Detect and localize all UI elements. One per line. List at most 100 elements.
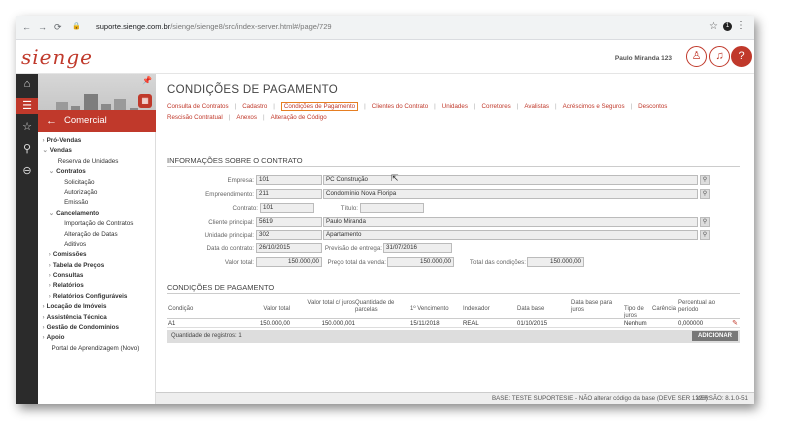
home-icon[interactable]: ⌂ [16, 78, 38, 92]
tab-item[interactable]: Alteração de Código [271, 114, 327, 121]
sidebar-item[interactable]: › Relatórios [38, 281, 156, 291]
reload-icon[interactable]: ⟳ [54, 22, 62, 32]
sidebar-item-label: Solicitação [64, 178, 95, 186]
grid-footer: Quantidade de registros: 1 ADICIONAR [167, 330, 740, 343]
user-profile-icon[interactable]: ♙ [686, 46, 707, 67]
column-header[interactable]: Data base para juros [571, 300, 616, 314]
sidebar-item[interactable]: Aditivos [38, 240, 156, 250]
sidebar-item[interactable]: ⌄ Cancelamento [38, 209, 156, 219]
tab-item[interactable]: Clientes do Contrato [372, 103, 428, 110]
tab-item[interactable]: Cadastro [242, 103, 267, 110]
data-contrato-field[interactable]: 26/10/2015 [256, 243, 322, 253]
cliente-search-icon[interactable]: ⚲ [700, 217, 710, 227]
module-title[interactable]: ← Comercial [38, 110, 156, 132]
column-header[interactable]: Data base [517, 306, 557, 313]
sidebar-item[interactable]: › Assistência Técnica [38, 313, 156, 323]
back-icon[interactable]: ← [22, 22, 31, 32]
extension-icon[interactable]: 1 [723, 22, 732, 31]
tab-item[interactable]: Rescisão Contratual [167, 114, 223, 121]
tab-item[interactable]: Unidades [442, 103, 468, 110]
sienge-logo[interactable]: sienge [21, 45, 93, 69]
tab-item[interactable]: Corretores [482, 103, 511, 110]
tab-item[interactable]: Descontos [638, 103, 667, 110]
sidebar-item[interactable]: Portal de Aprendizagem (Novo) [38, 344, 156, 354]
tab-item[interactable]: Consulta de Contratos [167, 103, 229, 110]
sidebar-item[interactable]: › Tabela de Preços [38, 261, 156, 271]
chevron-down-icon: ⌄ [48, 168, 55, 176]
previsao-field[interactable]: 31/07/2016 [383, 243, 452, 253]
tab-item[interactable]: Condições de Pagamento [280, 102, 359, 111]
contrato-field[interactable]: 101 [260, 203, 314, 213]
column-header[interactable]: Carência [652, 306, 676, 313]
sidebar-item[interactable]: › Consultas [38, 271, 156, 281]
tab-item[interactable]: Avalistas [524, 103, 549, 110]
table-cell: 150.000,00 [259, 321, 290, 327]
arrow-left-icon[interactable]: ← [46, 110, 57, 132]
sidebar-item-label: Cancelamento [56, 209, 100, 217]
sidebar-item[interactable]: ⌄ Vendas [38, 146, 156, 156]
sidebar-item[interactable]: Alteração de Datas [38, 230, 156, 240]
sidebar-item[interactable]: › Gestão de Condomínios [38, 323, 156, 333]
address-bar[interactable]: suporte.sienge.com.br/sienge/sienge8/src… [96, 22, 332, 31]
search-icon[interactable]: ⚲ [16, 142, 38, 156]
sidebar-item-label: Relatórios Configuráveis [52, 292, 128, 300]
add-button[interactable]: ADICIONAR [692, 331, 738, 341]
empreendimento-search-icon[interactable]: ⚲ [700, 189, 710, 199]
column-header[interactable]: Quantidade de parcelas [355, 300, 395, 314]
sidebar-item[interactable]: › Relatórios Configuráveis [38, 292, 156, 302]
column-header[interactable]: Percentual ao período [678, 300, 728, 314]
empreendimento-code-field[interactable]: 211 [256, 189, 322, 199]
sidebar-item[interactable]: Solicitação [38, 178, 156, 188]
section-divider [167, 293, 740, 294]
bookmark-star-icon[interactable]: ☆ [709, 21, 718, 32]
sidebar-item[interactable]: › Comissões [38, 250, 156, 260]
tab-item[interactable]: Anexos [236, 114, 257, 121]
help-icon[interactable]: ? [731, 46, 752, 67]
tab-item[interactable]: Acréscimos e Seguros [563, 103, 625, 110]
total-condicoes-label: Total das condições: [469, 259, 526, 266]
table-cell: Nenhum [624, 321, 647, 327]
unidade-code-field[interactable]: 302 [256, 230, 322, 240]
table-cell: REAL [463, 321, 479, 327]
sidebar-item[interactable]: ⌄ Contratos [38, 167, 156, 177]
edit-pencil-icon[interactable]: ✎ [732, 319, 738, 327]
pin-icon[interactable]: 📌 [142, 76, 152, 85]
empresa-code-field[interactable]: 101 [256, 175, 322, 185]
preco-field: 150.000,00 [387, 257, 454, 267]
sidebar-item[interactable]: Reserva de Unidades [38, 157, 156, 167]
browser-menu-icon[interactable]: ⋮ [736, 20, 746, 31]
sidebar-item[interactable]: › Apoio [38, 333, 156, 343]
preco-label: Preço total da venda: [327, 259, 386, 266]
column-header[interactable]: Valor total [250, 306, 290, 313]
minus-circle-icon[interactable]: ⊖ [16, 164, 38, 178]
table-cell: 15/11/2018 [410, 321, 440, 327]
chevron-right-icon: › [48, 251, 51, 259]
forward-icon[interactable]: → [38, 22, 47, 32]
app-header: sienge Paulo Miranda 123 ♙ ♫ ? [16, 41, 754, 74]
notification-bell-icon[interactable]: ♫ [709, 46, 730, 67]
unidade-search-icon[interactable]: ⚲ [700, 230, 710, 240]
sidebar-item[interactable]: Emissão [38, 198, 156, 208]
column-header[interactable]: Indexador [463, 306, 503, 313]
titulo-field[interactable] [360, 203, 424, 213]
valor-total-field: 150.000,00 [256, 257, 322, 267]
table-row[interactable]: A1 150.000,00 150.000,001 15/11/2018 REAL 01/… [167, 318, 740, 328]
column-header[interactable]: 1º Vencimento [410, 306, 450, 313]
empresa-search-icon[interactable]: ⚲ [700, 175, 710, 185]
tab-separator: | [234, 103, 237, 110]
url-host: suporte.sienge.com.br [96, 22, 171, 31]
column-header[interactable]: Valor total c/ juros [307, 300, 355, 307]
cliente-code-field[interactable]: 5619 [256, 217, 322, 227]
sidebar-item[interactable]: Importação de Contratos [38, 219, 156, 229]
menu-icon[interactable]: ☰ [16, 98, 38, 114]
column-header[interactable]: Condição [168, 306, 228, 313]
star-icon[interactable]: ☆ [16, 120, 38, 134]
sidebar-item[interactable]: › Locação de Imóveis [38, 302, 156, 312]
section-divider [167, 166, 740, 167]
icon-sidebar: ⌂ ☰ ☆ ⚲ ⊖ [16, 74, 38, 404]
version-info: VERSÃO: 8.1.0-51 [696, 395, 748, 402]
navigation-sidebar: 📌 ▦ ← Comercial › Pró-Vendas ⌄ Vendas Reserva… [38, 74, 156, 404]
sidebar-item[interactable]: Autorização [38, 188, 156, 198]
sidebar-item-label: Vendas [49, 147, 72, 155]
sidebar-item[interactable]: › Pró-Vendas [38, 136, 156, 146]
